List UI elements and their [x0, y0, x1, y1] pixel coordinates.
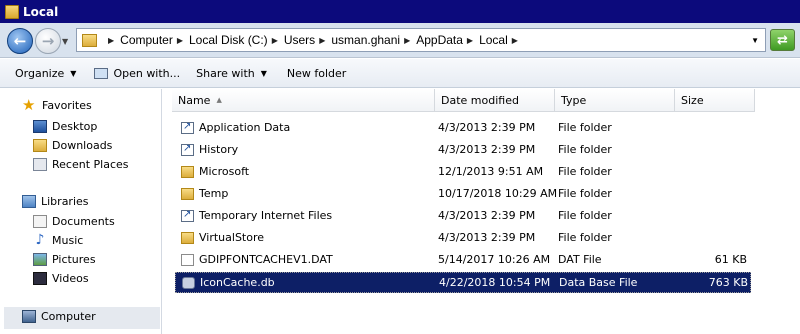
database-file-icon — [182, 277, 195, 289]
back-button[interactable]: ← — [7, 28, 33, 54]
file-type: File folder — [558, 143, 612, 156]
file-row[interactable]: Application Data 4/3/2013 2:39 PM File fol… — [175, 118, 751, 139]
file-name: Temporary Internet Files — [199, 209, 333, 222]
file-row[interactable]: GDIPFONTCACHEV1.DAT 5/14/2017 10:26 AM DAT… — [175, 250, 751, 271]
file-name: IconCache.db — [200, 276, 275, 289]
file-name: Microsoft — [199, 165, 250, 178]
nav-libraries[interactable]: Libraries — [22, 195, 89, 208]
file-date-modified: 4/3/2013 2:39 PM — [438, 209, 536, 222]
chevron-down-icon: ▼ — [70, 68, 77, 78]
breadcrumb-local[interactable]: Local ▶ — [479, 33, 524, 47]
refresh-button[interactable]: ⇄ — [770, 29, 795, 51]
folder-icon — [5, 4, 19, 19]
open-with-button[interactable]: Open with... — [94, 67, 180, 80]
nav-documents[interactable]: Documents — [33, 215, 115, 228]
column-header-date-modified[interactable]: Date modified — [435, 89, 555, 112]
file-row[interactable]: VirtualStore 4/3/2013 2:39 PM File folder — [175, 228, 751, 249]
computer-icon — [22, 310, 36, 323]
breadcrumb-user[interactable]: usman.ghani ▶ — [331, 33, 416, 47]
folder-icon — [181, 166, 194, 178]
organize-menu[interactable]: Organize ▼ — [15, 67, 76, 80]
file-name: VirtualStore — [199, 231, 265, 244]
downloads-icon — [33, 139, 47, 152]
libraries-icon — [22, 195, 36, 208]
nav-recent-places[interactable]: Recent Places — [33, 158, 129, 171]
file-type: File folder — [558, 187, 612, 200]
file-date-modified: 5/14/2017 10:26 AM — [438, 253, 551, 266]
sort-ascending-icon: ▲ — [216, 96, 222, 104]
file-row[interactable]: Temporary Internet Files 4/3/2013 2:39 PM… — [175, 206, 751, 227]
music-icon: ♪ — [35, 232, 45, 248]
file-date-modified: 4/3/2013 2:39 PM — [438, 121, 536, 134]
documents-icon — [33, 215, 47, 228]
forward-button[interactable]: → — [35, 28, 61, 54]
file-size: 763 KB — [708, 276, 748, 289]
file-date-modified: 4/3/2013 2:39 PM — [438, 143, 536, 156]
chevron-down-icon: ▼ — [260, 68, 267, 78]
videos-icon — [33, 272, 47, 285]
file-list: Name▲ Date modified Type Size Applicatio… — [163, 89, 800, 334]
address-bar[interactable]: ▶ Computer ▶ Local Disk (C:) ▶ Users ▶ usma… — [76, 28, 766, 52]
file-row[interactable]: History 4/3/2013 2:39 PM File folder — [175, 140, 751, 161]
file-date-modified: 4/22/2018 10:54 PM — [439, 276, 551, 289]
title-bar: Local — [0, 0, 800, 23]
file-row[interactable]: IconCache.db 4/22/2018 10:54 PM Data Base … — [175, 272, 751, 293]
address-row: ← → ▼ ▶ Computer ▶ Local Disk (C:) ▶ Users… — [0, 23, 800, 58]
file-type: File folder — [558, 231, 612, 244]
new-folder-button[interactable]: New folder — [287, 67, 346, 80]
nav-downloads[interactable]: Downloads — [33, 139, 112, 152]
file-date-modified: 4/3/2013 2:39 PM — [438, 231, 536, 244]
file-name: Temp — [199, 187, 229, 200]
file-name: GDIPFONTCACHEV1.DAT — [199, 253, 333, 266]
nav-pictures[interactable]: Pictures — [33, 253, 96, 266]
shortcut-folder-icon — [181, 209, 194, 222]
desktop-icon — [33, 120, 47, 133]
shortcut-folder-icon — [181, 143, 194, 156]
nav-computer[interactable]: Computer — [22, 310, 96, 323]
recent-places-icon — [33, 158, 47, 171]
share-with-menu[interactable]: Share with ▼ — [196, 67, 267, 80]
navigation-pane: ★ Favorites Desktop Downloads Recent Pla… — [0, 89, 162, 334]
breadcrumb-local-disk[interactable]: Local Disk (C:) ▶ — [189, 33, 284, 47]
command-bar: Organize ▼ Open with... Share with ▼ New f… — [0, 59, 800, 88]
file-type: Data Base File — [559, 276, 638, 289]
column-header-size[interactable]: Size — [675, 89, 755, 112]
window-title: Local — [23, 4, 59, 19]
breadcrumb-computer[interactable]: Computer ▶ — [120, 33, 189, 47]
file-type: DAT File — [558, 253, 602, 266]
file-type: File folder — [558, 209, 612, 222]
pictures-icon — [33, 253, 47, 266]
nav-videos[interactable]: Videos — [33, 272, 89, 285]
breadcrumb-arrow-root[interactable]: ▶ — [104, 36, 120, 45]
application-icon — [94, 67, 109, 79]
recent-pages-dropdown[interactable]: ▼ — [62, 37, 68, 46]
file-size: 61 KB — [714, 253, 747, 266]
shortcut-folder-icon — [181, 121, 194, 134]
file-row[interactable]: Temp 10/17/2018 10:29 AM File folder — [175, 184, 751, 205]
file-name: Application Data — [199, 121, 291, 134]
column-header-name[interactable]: Name ▲ — [172, 89, 435, 112]
nav-music[interactable]: ♪ Music — [33, 232, 84, 248]
folder-icon — [181, 232, 194, 244]
breadcrumb-users[interactable]: Users ▶ — [284, 33, 332, 47]
dat-file-icon — [181, 254, 194, 266]
address-dropdown[interactable]: ▼ — [751, 36, 759, 45]
column-header-type[interactable]: Type — [555, 89, 675, 112]
breadcrumb-appdata[interactable]: AppData ▶ — [416, 33, 479, 47]
file-name: History — [199, 143, 239, 156]
file-type: File folder — [558, 165, 612, 178]
folder-icon — [181, 188, 194, 200]
star-icon: ★ — [22, 96, 36, 114]
nav-desktop[interactable]: Desktop — [33, 120, 97, 133]
file-date-modified: 12/1/2013 9:51 AM — [438, 165, 544, 178]
file-date-modified: 10/17/2018 10:29 AM — [438, 187, 558, 200]
file-type: File folder — [558, 121, 612, 134]
file-row[interactable]: Microsoft 12/1/2013 9:51 AM File folder — [175, 162, 751, 183]
nav-favorites[interactable]: ★ Favorites — [22, 96, 92, 114]
folder-icon — [82, 33, 97, 47]
